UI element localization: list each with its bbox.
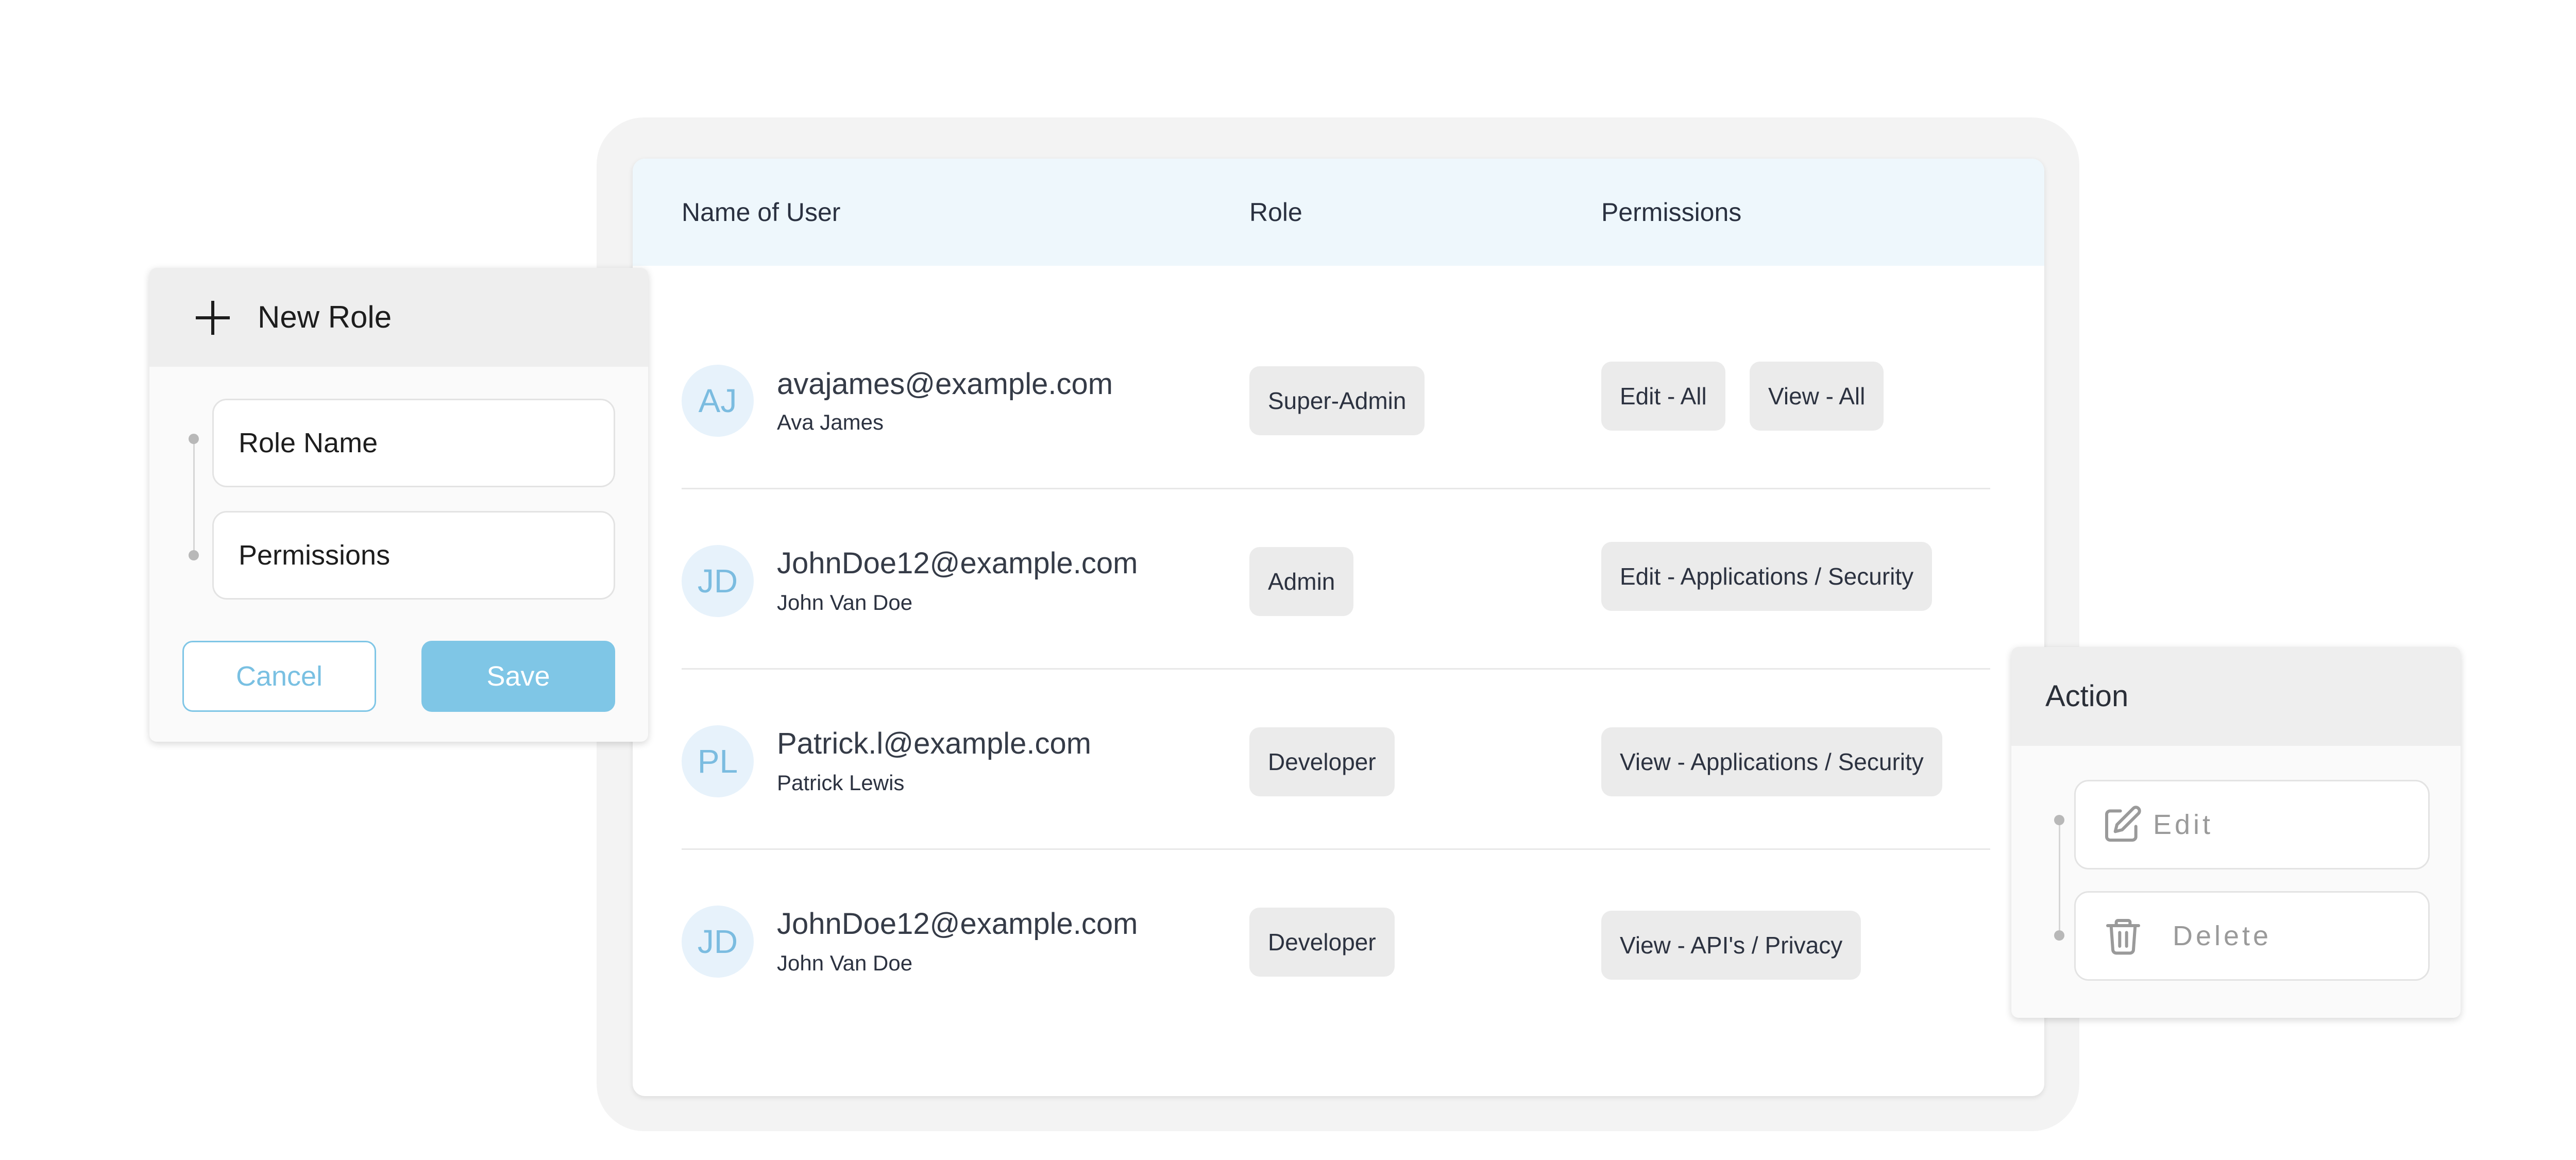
role-badge: Developer bbox=[1249, 908, 1395, 977]
edit-button[interactable]: Edit bbox=[2074, 780, 2430, 869]
delete-button[interactable]: Delete bbox=[2074, 891, 2430, 981]
avatar: JD bbox=[682, 906, 754, 978]
user-name: John Van Doe bbox=[777, 951, 913, 975]
permission-badge: View - All bbox=[1750, 362, 1884, 431]
permission-badge: Edit - Applications / Security bbox=[1601, 542, 1933, 611]
table-row[interactable]: JD JohnDoe12@example.com John Van Doe De… bbox=[682, 850, 1990, 1030]
permission-badge: Edit - All bbox=[1601, 362, 1725, 431]
user-email: Patrick.l@example.com bbox=[777, 727, 1092, 760]
user-name: John Van Doe bbox=[777, 590, 913, 615]
table-row[interactable]: PL Patrick.l@example.com Patrick Lewis D… bbox=[682, 670, 1990, 850]
new-role-header[interactable]: New Role bbox=[149, 268, 648, 367]
user-email: avajames@example.com bbox=[777, 367, 1113, 401]
edit-label: Edit bbox=[2153, 809, 2214, 840]
role-name-field[interactable]: Role Name bbox=[212, 399, 615, 487]
action-panel: Action Edit Delete bbox=[2011, 647, 2461, 1018]
connector-dot bbox=[189, 550, 199, 560]
table-row[interactable]: JD JohnDoe12@example.com John Van Doe Ad… bbox=[682, 489, 1990, 670]
permissions-field[interactable]: Permissions bbox=[212, 511, 615, 600]
edit-icon bbox=[2105, 806, 2141, 842]
panel-title: New Role bbox=[258, 300, 392, 334]
connector-dot bbox=[2054, 930, 2064, 941]
save-button[interactable]: Save bbox=[421, 641, 615, 712]
new-role-panel: New Role Role Name Permissions Cancel Sa… bbox=[149, 268, 648, 742]
action-title: Action bbox=[2045, 679, 2129, 713]
permissions-placeholder: Permissions bbox=[239, 540, 391, 571]
user-email: JohnDoe12@example.com bbox=[777, 907, 1138, 941]
delete-label: Delete bbox=[2173, 920, 2272, 951]
trash-icon bbox=[2106, 919, 2140, 955]
role-name-placeholder: Role Name bbox=[239, 428, 378, 458]
role-badge: Super-Admin bbox=[1249, 366, 1425, 435]
column-header-permissions: Permissions bbox=[1601, 198, 1742, 227]
user-name: Ava James bbox=[777, 410, 884, 434]
connector-dot bbox=[189, 434, 199, 444]
user-roles-table: Name of User Role Permissions AJ avajame… bbox=[633, 159, 2044, 1096]
connector-line bbox=[193, 439, 195, 555]
table-row[interactable]: AJ avajames@example.com Ava James Super-… bbox=[682, 309, 1990, 489]
column-header-name: Name of User bbox=[682, 198, 841, 227]
role-badge: Developer bbox=[1249, 727, 1395, 796]
connector-dot bbox=[2054, 815, 2064, 825]
plus-icon bbox=[196, 301, 230, 335]
avatar: JD bbox=[682, 545, 754, 617]
avatar: PL bbox=[682, 725, 754, 797]
cancel-button[interactable]: Cancel bbox=[182, 641, 376, 712]
connector-line bbox=[2059, 820, 2060, 935]
action-header: Action bbox=[2011, 647, 2461, 746]
permission-badge: View - Applications / Security bbox=[1601, 727, 1942, 796]
column-header-role: Role bbox=[1249, 198, 1302, 227]
table-header: Name of User Role Permissions bbox=[633, 159, 2044, 266]
avatar: AJ bbox=[682, 365, 754, 437]
role-badge: Admin bbox=[1249, 547, 1354, 616]
user-name: Patrick Lewis bbox=[777, 771, 905, 795]
permission-badge: View - API's / Privacy bbox=[1601, 911, 1861, 980]
user-email: JohnDoe12@example.com bbox=[777, 547, 1138, 580]
